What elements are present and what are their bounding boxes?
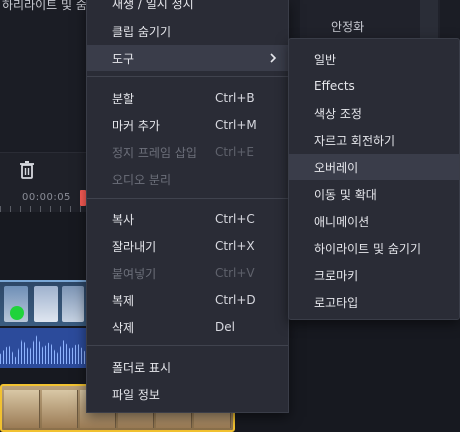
submenu-item-effects[interactable]: Effects xyxy=(289,73,459,99)
submenu-item-label: 로고타입 xyxy=(314,295,359,310)
menu-item-label: 정지 프레임 삽입 xyxy=(112,145,197,160)
menu-separator xyxy=(87,345,288,346)
submenu-item-label: 하이라이트 및 숨기기 xyxy=(314,241,421,256)
menu-item-shortcut: Ctrl+E xyxy=(215,145,254,159)
menu-item-label: 클립 숨기기 xyxy=(112,24,172,39)
menu-item-show-in-folder[interactable]: 폴더로 표시 xyxy=(87,354,288,380)
submenu-item-label: 애니메이션 xyxy=(314,214,370,229)
clip-thumbnail xyxy=(42,390,78,428)
menu-item-add-marker[interactable]: 마커 추가 Ctrl+M xyxy=(87,112,288,138)
context-menu: 재생 / 일시 정지 클립 숨기기 도구 분할 Ctrl+B 마커 추가 Ctr… xyxy=(86,0,289,413)
menu-item-tools[interactable]: 도구 xyxy=(87,45,288,71)
submenu-item-color-adjust[interactable]: 색상 조정 xyxy=(289,100,459,126)
menu-item-shortcut: Del xyxy=(215,320,235,334)
trash-icon[interactable] xyxy=(18,160,36,180)
submenu-item-highlight-conceal[interactable]: 하이라이트 및 숨기기 xyxy=(289,235,459,261)
panel-scrollbar[interactable] xyxy=(420,0,438,38)
submenu-item-crop-rotate[interactable]: 자르고 회전하기 xyxy=(289,127,459,153)
menu-item-shortcut: Ctrl+B xyxy=(215,91,255,105)
menu-item-split[interactable]: 분할 Ctrl+B xyxy=(87,85,288,111)
menu-item-label: 복사 xyxy=(112,212,135,227)
clip-thumbnail xyxy=(4,390,40,428)
menu-item-play-pause[interactable]: 재생 / 일시 정지 xyxy=(87,0,288,16)
submenu-item-chroma-key[interactable]: 크로마키 xyxy=(289,262,459,288)
menu-item-label: 삭제 xyxy=(112,320,135,335)
submenu-item-label: 색상 조정 xyxy=(314,106,362,121)
menu-item-detach-audio: 오디오 분리 xyxy=(87,166,288,192)
audio-clip[interactable] xyxy=(0,328,86,368)
background-menu-text: 하리라이트 및 숨기기 xyxy=(2,0,86,12)
menu-item-shortcut: Ctrl+M xyxy=(215,118,257,132)
menu-item-label: 잘라내기 xyxy=(112,239,157,254)
menu-item-hide-clip[interactable]: 클립 숨기기 xyxy=(87,18,288,44)
menu-item-label: 재생 / 일시 정지 xyxy=(112,0,194,11)
submenu-item-animation[interactable]: 애니메이션 xyxy=(289,208,459,234)
timecode: 00:00:05 xyxy=(22,192,71,203)
menu-item-copy[interactable]: 복사 Ctrl+C xyxy=(87,206,288,232)
audio-waveform xyxy=(0,335,86,364)
submenu-item-overlay[interactable]: 오버레이 xyxy=(289,154,459,180)
menu-item-shortcut: Ctrl+D xyxy=(215,293,256,307)
menu-item-shortcut: Ctrl+X xyxy=(215,239,255,253)
menu-item-delete[interactable]: 삭제 Del xyxy=(87,314,288,340)
menu-item-paste: 붙여넣기 Ctrl+V xyxy=(87,260,288,286)
menu-item-label: 오디오 분리 xyxy=(112,172,172,187)
menu-item-duplicate[interactable]: 복제 Ctrl+D xyxy=(87,287,288,313)
submenu-item-label: 이동 및 확대 xyxy=(314,187,377,202)
submenu-item-label: 자르고 회전하기 xyxy=(314,133,396,148)
menu-separator xyxy=(87,76,288,77)
menu-item-label: 파일 정보 xyxy=(112,387,160,402)
menu-item-label: 복제 xyxy=(112,293,135,308)
menu-item-label: 분할 xyxy=(112,91,135,106)
menu-item-label: 도구 xyxy=(112,51,135,66)
menu-item-label: 붙여넣기 xyxy=(112,266,157,281)
tools-submenu: 일반 Effects 색상 조정 자르고 회전하기 오버레이 이동 및 확대 애… xyxy=(288,38,460,320)
menu-item-insert-freeze-frame: 정지 프레임 삽입 Ctrl+E xyxy=(87,139,288,165)
clip-thumbnail xyxy=(34,286,58,322)
menu-item-label: 마커 추가 xyxy=(112,118,160,133)
chevron-right-icon xyxy=(270,53,277,63)
submenu-item-pan-zoom[interactable]: 이동 및 확대 xyxy=(289,181,459,207)
menu-separator xyxy=(87,198,288,199)
menu-item-cut[interactable]: 잘라내기 Ctrl+X xyxy=(87,233,288,259)
submenu-item-label: 오버레이 xyxy=(314,160,359,175)
stabilization-label[interactable]: 안정화 xyxy=(331,18,364,35)
menu-item-file-info[interactable]: 파일 정보 xyxy=(87,381,288,407)
green-dot-icon xyxy=(10,306,24,320)
clip-thumbnail xyxy=(62,286,84,322)
menu-item-shortcut: Ctrl+V xyxy=(215,266,255,280)
submenu-item-logotype[interactable]: 로고타입 xyxy=(289,289,459,315)
submenu-item-label: 크로마키 xyxy=(314,268,359,283)
menu-item-shortcut: Ctrl+C xyxy=(215,212,255,226)
submenu-item-general[interactable]: 일반 xyxy=(289,46,459,72)
menu-item-label: 폴더로 표시 xyxy=(112,360,172,375)
submenu-item-label: Effects xyxy=(314,79,355,93)
submenu-item-label: 일반 xyxy=(314,52,337,67)
